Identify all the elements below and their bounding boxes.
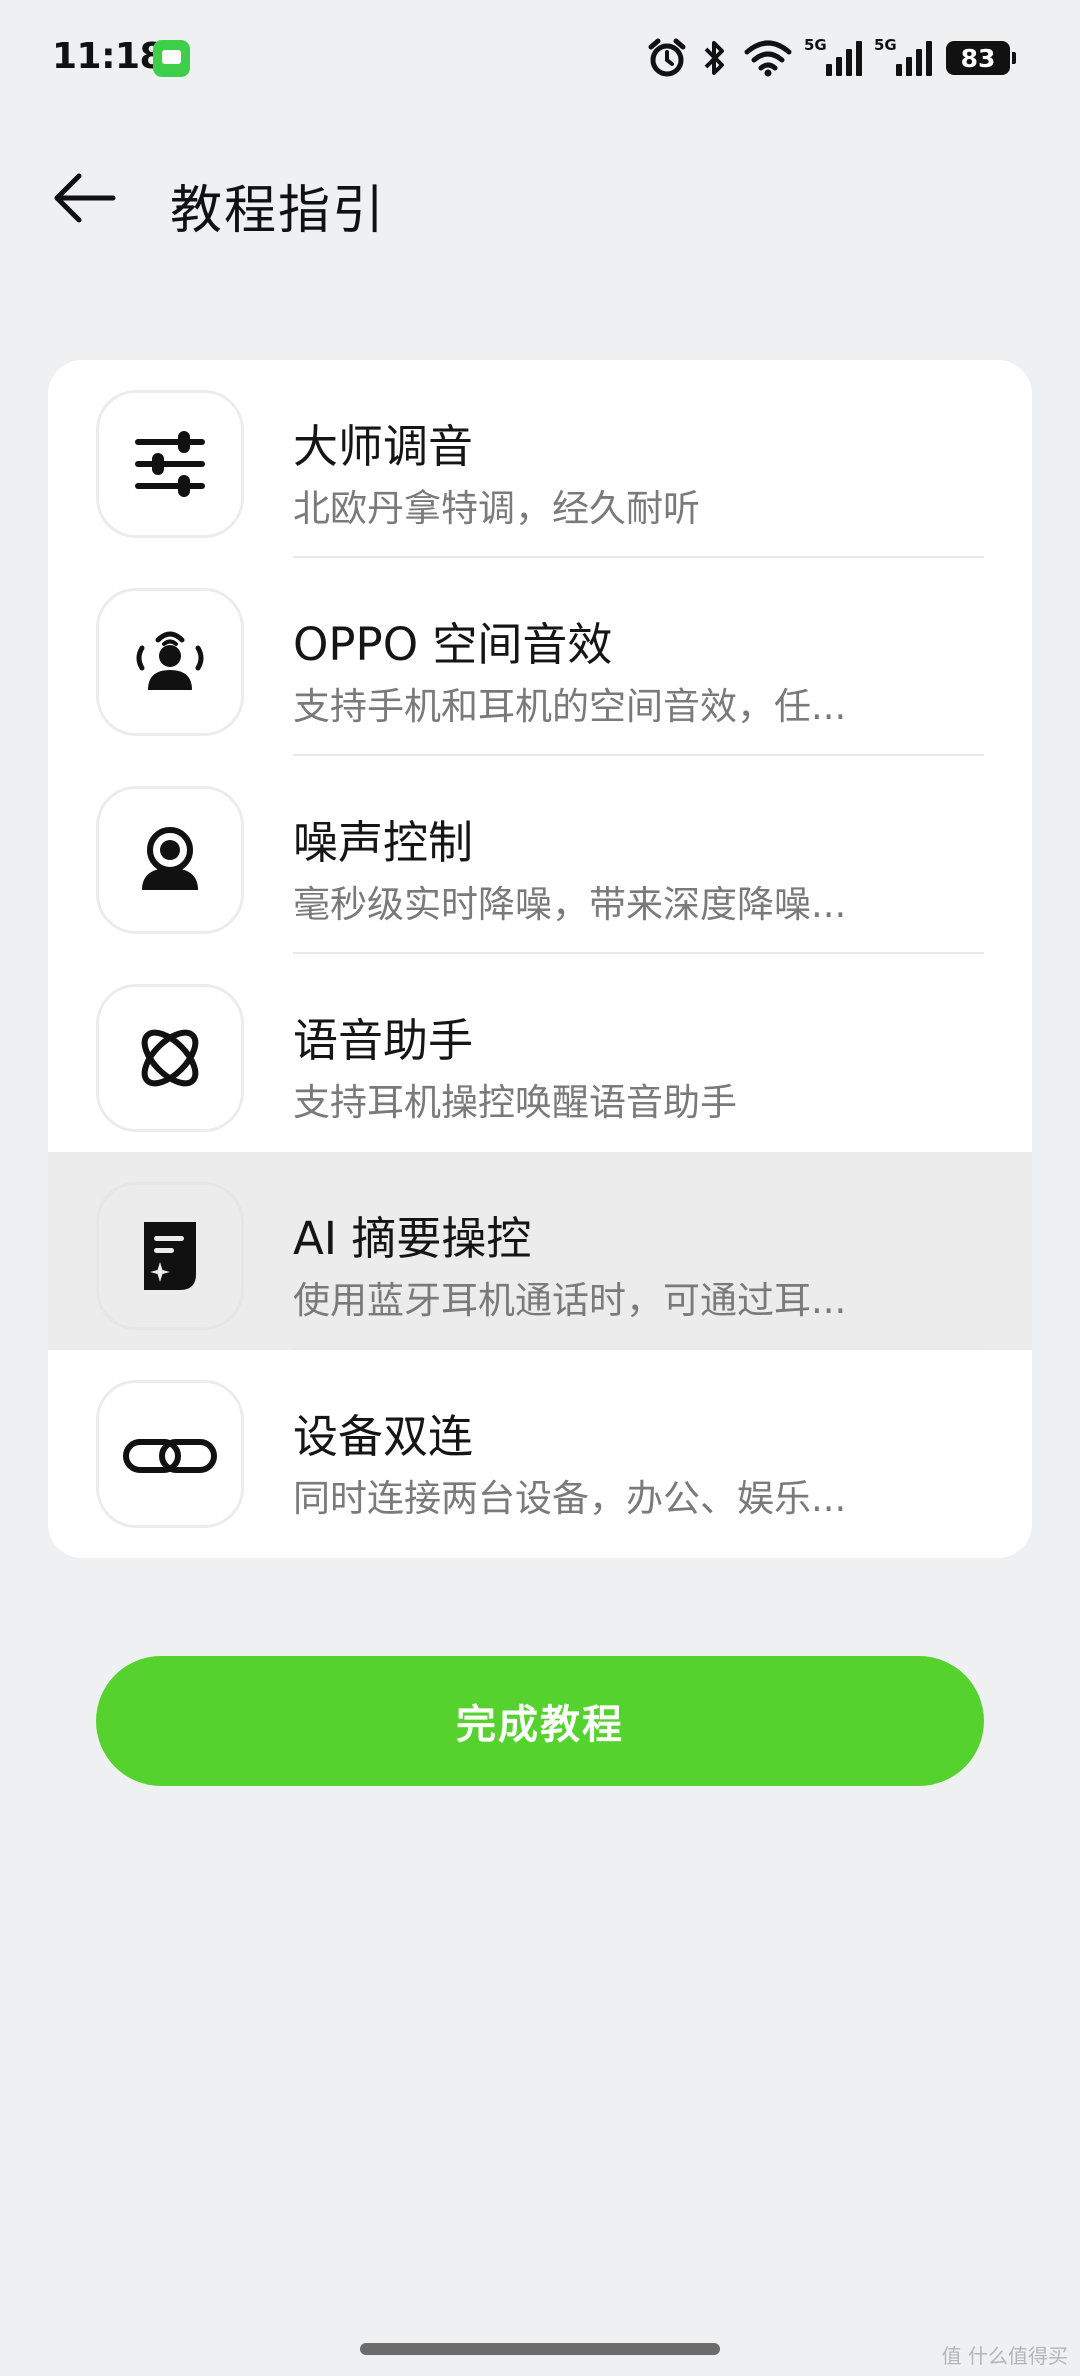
network-type-label: 5G [874,36,897,54]
item-subtitle: 支持耳机操控唤醒语音助手 [293,1081,737,1124]
equalizer-sliders-icon [96,390,244,538]
home-indicator[interactable] [360,2343,720,2355]
alarm-icon [648,38,686,77]
page-title: 教程指引 [170,181,387,241]
tutorial-item-noise-control[interactable]: 噪声控制 毫秒级实时降噪，带来深度降噪... [48,756,1032,954]
tutorial-item-ai-summary[interactable]: AI 摘要操控 使用蓝牙耳机通话时，可通过耳... [48,1152,1032,1350]
tutorial-item-voice-assistant[interactable]: 语音助手 支持耳机操控唤醒语音助手 [48,954,1032,1152]
network-type-label: 5G [804,36,827,54]
bluetooth-icon [704,41,724,75]
item-subtitle: 使用蓝牙耳机通话时，可通过耳... [293,1279,847,1322]
item-title: 噪声控制 [293,816,474,869]
noise-control-icon [96,786,244,934]
watermark: 值 什么值得买 [941,2344,1068,2368]
tutorial-item-spatial-audio[interactable]: OPPO 空间音效 支持手机和耳机的空间音效，任... [48,558,1032,756]
item-subtitle: 支持手机和耳机的空间音效，任... [293,685,847,728]
tutorial-item-master-tuning[interactable]: 大师调音 北欧丹拿特调，经久耐听 [48,360,1032,558]
back-arrow-icon [54,173,116,223]
message-app-icon [153,40,190,77]
cellular-signal-2: 5G [874,36,932,76]
status-bar: 11:18 5G 5G 83 [0,0,1080,118]
status-icons: 5G 5G 83 [648,34,1016,82]
item-title: OPPO 空间音效 [293,618,613,671]
item-title: AI 摘要操控 [293,1212,532,1265]
wifi-icon [744,40,792,77]
ai-summary-doc-icon [96,1182,244,1330]
tutorial-list-card: 大师调音 北欧丹拿特调，经久耐听 OPPO 空间音效 支持手机和耳机的空间音效，… [48,360,1032,1558]
battery-indicator: 83 [946,41,1016,75]
cellular-signal-1: 5G [804,36,862,76]
finish-tutorial-button[interactable]: 完成教程 [96,1656,984,1786]
item-title: 语音助手 [293,1014,474,1067]
item-title: 设备双连 [293,1410,474,1463]
item-subtitle: 毫秒级实时降噪，带来深度降噪... [293,883,847,926]
status-time: 11:18 [52,36,165,77]
item-title: 大师调音 [293,420,474,473]
back-button[interactable] [46,160,122,236]
link-icon [96,1380,244,1528]
voice-assistant-icon [96,984,244,1132]
item-subtitle: 北欧丹拿特调，经久耐听 [293,487,700,530]
tutorial-item-dual-connection[interactable]: 设备双连 同时连接两台设备，办公、娱乐... [48,1350,1032,1548]
item-subtitle: 同时连接两台设备，办公、娱乐... [293,1477,847,1520]
spatial-audio-icon [96,588,244,736]
